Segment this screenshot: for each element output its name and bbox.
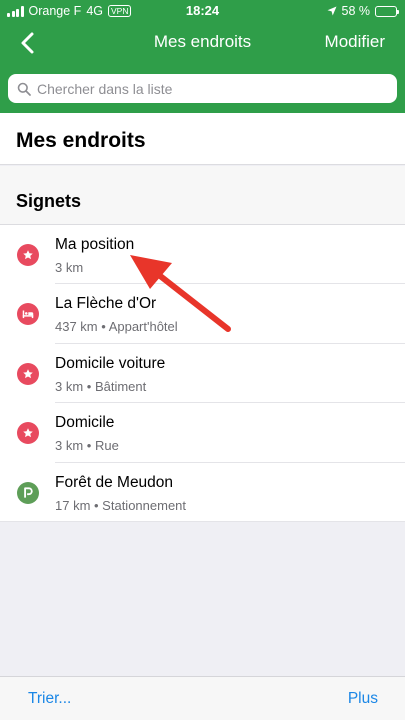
location-arrow-icon — [327, 6, 336, 16]
list-item[interactable]: Domicile 3 km • Rue — [0, 403, 405, 463]
status-bar: Orange F 4G VPN 18:24 58 % — [0, 0, 405, 22]
list-item[interactable]: Ma position 3 km — [0, 225, 405, 285]
battery-percent: 58 % — [341, 4, 371, 18]
star-icon — [17, 244, 39, 266]
back-button[interactable] — [14, 28, 44, 58]
item-name: Domicile — [55, 414, 115, 432]
sort-button[interactable]: Trier... — [28, 690, 71, 708]
page-title: Mes endroits — [16, 129, 146, 152]
item-meta: 3 km • Rue — [55, 438, 119, 454]
item-name: Ma position — [55, 236, 135, 253]
star-icon — [17, 362, 39, 385]
item-name: Forêt de Meudon — [55, 473, 174, 491]
page-title-section: Mes endroits — [0, 113, 405, 165]
item-name: La Flèche d'Or — [55, 295, 157, 313]
section-header: Signets — [0, 166, 405, 225]
search-input[interactable] — [37, 80, 377, 97]
list-item[interactable]: La Flèche d'Or 437 km • Appart'hôtel — [0, 284, 405, 344]
battery-icon — [375, 5, 399, 17]
bottom-toolbar: Trier... Plus — [0, 676, 405, 720]
hotel-icon — [17, 303, 39, 326]
parking-icon — [17, 481, 39, 504]
section-title: Signets — [16, 191, 82, 211]
divider — [0, 520, 405, 522]
list-item[interactable]: Domicile voiture 3 km • Bâtiment — [0, 343, 405, 404]
item-meta: 17 km • Stationnement — [55, 497, 187, 513]
item-meta: 3 km • Bâtiment — [55, 378, 147, 394]
star-icon — [17, 422, 39, 445]
item-name: Domicile voiture — [55, 354, 166, 372]
status-right: 58 % — [327, 4, 399, 18]
item-meta: 3 km — [55, 260, 84, 275]
more-button[interactable]: Plus — [348, 690, 378, 708]
item-meta: 437 km • Appart'hôtel — [55, 319, 178, 335]
header: Orange F 4G VPN 18:24 58 % Mes endroits … — [0, 0, 405, 113]
list-item[interactable]: Forêt de Meudon 17 km • Stationnement — [0, 462, 405, 522]
chevron-left-icon — [21, 32, 34, 54]
search-icon — [17, 82, 31, 96]
search-bar[interactable] — [8, 74, 397, 103]
nav-bar: Mes endroits Modifier — [0, 22, 405, 62]
edit-button[interactable]: Modifier — [325, 32, 385, 52]
bookmark-list: Ma position 3 km La Flèche d'Or 437 km •… — [0, 225, 405, 522]
